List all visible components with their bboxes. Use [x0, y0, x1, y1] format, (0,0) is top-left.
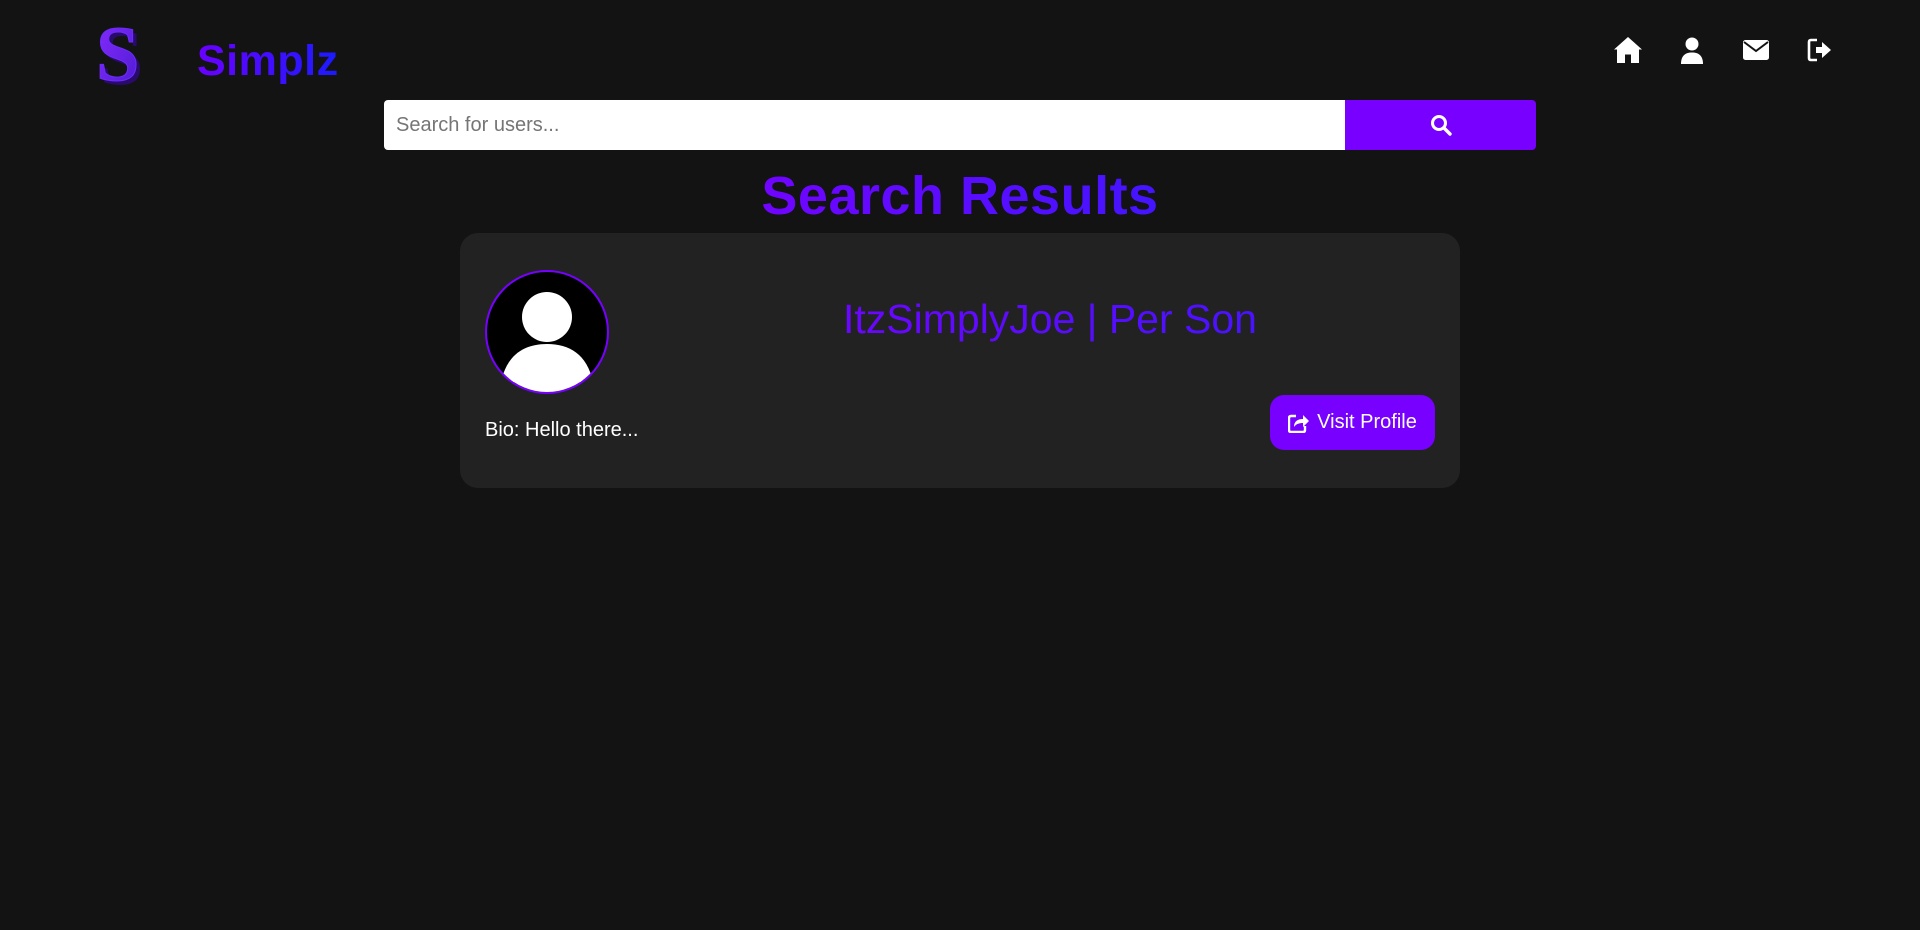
nav-home[interactable]: [1596, 30, 1660, 70]
visit-profile-button[interactable]: Visit Profile: [1270, 395, 1435, 450]
search-icon: [1430, 115, 1452, 136]
logo-letter: S: [96, 22, 139, 94]
top-nav: [1596, 30, 1852, 70]
envelope-icon: [1743, 40, 1769, 60]
user-result-card: ItzSimplyJoe | Per Son Bio: Hello there.…: [460, 233, 1460, 488]
home-icon: [1614, 37, 1642, 63]
result-bio: Bio: Hello there...: [485, 419, 639, 441]
nav-logout[interactable]: [1788, 30, 1852, 70]
result-username: ItzSimplyJoe | Per Son: [660, 295, 1440, 343]
sign-out-icon: [1807, 38, 1831, 62]
search-button[interactable]: [1345, 100, 1536, 150]
visit-profile-label: Visit Profile: [1317, 411, 1417, 433]
page: S S Simplz Search for users... Search Re…: [0, 0, 1920, 930]
search-input[interactable]: [384, 100, 1345, 150]
logo-icon[interactable]: S S: [96, 22, 148, 94]
default-avatar-icon: [487, 292, 607, 392]
avatar[interactable]: [485, 270, 609, 394]
nav-profile[interactable]: [1660, 30, 1724, 70]
search-bar: [384, 100, 1536, 150]
page-title: Search Results: [0, 164, 1920, 228]
external-share-icon: [1288, 414, 1310, 433]
nav-messages[interactable]: [1724, 30, 1788, 70]
user-icon: [1681, 37, 1703, 64]
brand-name[interactable]: Simplz: [197, 36, 339, 86]
